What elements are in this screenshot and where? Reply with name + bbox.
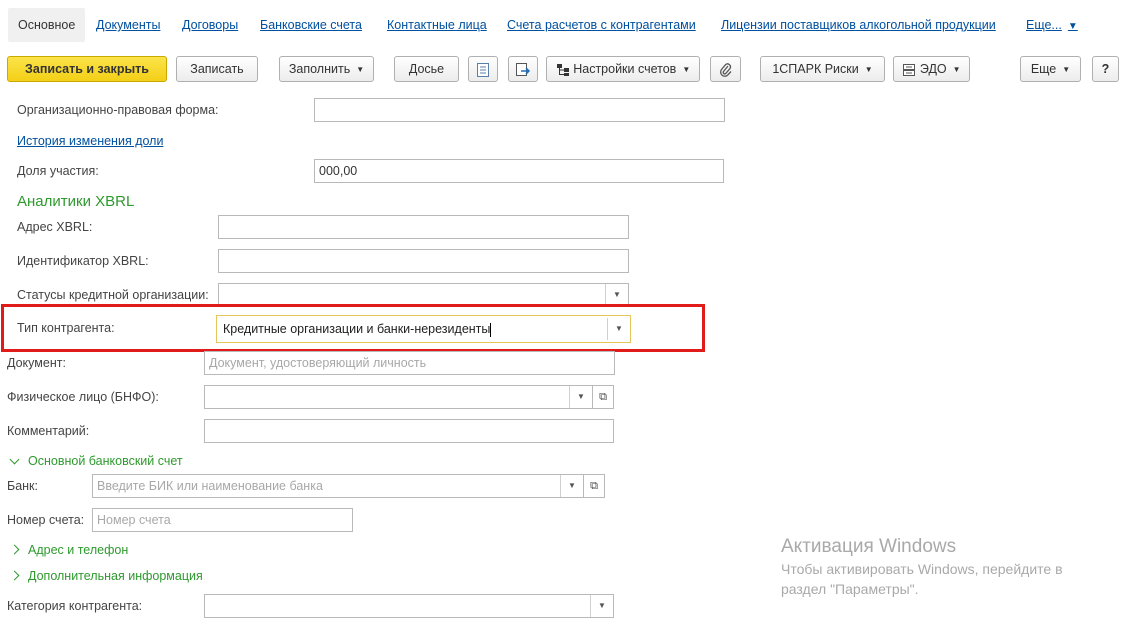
account-number-label: Номер счета:: [7, 513, 85, 527]
document-label: Документ:: [7, 356, 66, 370]
chevron-down-icon: ▼: [682, 64, 691, 74]
open-form-icon: ⧉: [590, 480, 598, 492]
paperclip-icon: [719, 63, 731, 77]
share-history-link[interactable]: История изменения доли: [17, 134, 163, 148]
chevron-down-icon[interactable]: ▼: [607, 318, 630, 340]
save-and-close-button[interactable]: Записать и закрыть: [7, 56, 167, 82]
dossier-button[interactable]: Досье: [394, 56, 459, 82]
chevron-down-icon: ▼: [1067, 21, 1078, 32]
account-settings-label: Настройки счетов: [573, 62, 677, 76]
help-button[interactable]: ?: [1092, 56, 1119, 82]
chevron-down-icon: ▼: [952, 64, 961, 74]
chevron-right-icon: [9, 570, 20, 581]
additional-group-title: Дополнительная информация: [28, 569, 203, 583]
share-field[interactable]: 000,00: [314, 159, 724, 183]
category-label: Категория контрагента:: [7, 599, 143, 613]
chevron-down-icon[interactable]: ▼: [590, 595, 613, 617]
document-field[interactable]: Документ, удостоверяющий личность: [204, 351, 615, 375]
address-group-title: Адрес и телефон: [28, 543, 129, 557]
windows-activation-line1: Чтобы активировать Windows, перейдите в: [781, 561, 1063, 577]
bank-placeholder: Введите БИК или наименование банка: [97, 479, 323, 493]
open-form-icon: ⧉: [599, 391, 607, 403]
xbrl-address-field[interactable]: [218, 215, 629, 239]
more-actions-button[interactable]: Еще ▼: [1020, 56, 1081, 82]
xbrl-section-title: Аналитики XBRL: [17, 193, 135, 210]
open-bank-button[interactable]: ⧉: [583, 474, 605, 498]
edo-button[interactable]: ЭДО ▼: [893, 56, 970, 82]
document-placeholder: Документ, удостоверяющий личность: [209, 356, 427, 370]
fill-button[interactable]: Заполнить ▼: [279, 56, 374, 82]
print-button[interactable]: [508, 56, 538, 82]
category-field[interactable]: ▼: [204, 594, 614, 618]
chevron-down-icon: ▼: [1062, 64, 1071, 74]
chevron-down-icon[interactable]: ▼: [560, 475, 583, 497]
document-list-icon: [477, 62, 489, 77]
tab-main[interactable]: Основное: [8, 8, 86, 42]
chevron-right-icon: [9, 544, 20, 555]
tab-bank-accounts[interactable]: Банковские счета: [260, 8, 362, 42]
org-form-label: Организационно-правовая форма:: [17, 103, 219, 117]
spark-risks-label: 1СПАРК Риски: [772, 62, 859, 76]
org-form-field[interactable]: [314, 98, 725, 122]
windows-activation-line2: раздел "Параметры".: [781, 581, 919, 597]
credit-status-label: Статусы кредитной организации:: [17, 288, 209, 302]
save-button[interactable]: Записать: [176, 56, 258, 82]
tab-documents[interactable]: Документы: [96, 8, 160, 42]
windows-activation-title: Активация Windows: [781, 536, 957, 557]
comment-field[interactable]: [204, 419, 614, 443]
account-number-placeholder: Номер счета: [97, 513, 171, 527]
hierarchy-icon: [556, 63, 569, 76]
open-person-button[interactable]: ⧉: [592, 385, 614, 409]
spark-risks-button[interactable]: 1СПАРК Риски ▼: [760, 56, 885, 82]
account-settings-button[interactable]: Настройки счетов ▼: [546, 56, 700, 82]
address-group-toggle[interactable]: Адрес и телефон: [9, 543, 129, 557]
report-button[interactable]: [468, 56, 498, 82]
chevron-down-icon[interactable]: ▼: [605, 284, 628, 306]
more-actions-label: Еще: [1030, 62, 1057, 76]
account-number-field[interactable]: Номер счета: [92, 508, 353, 532]
comment-label: Комментарий:: [7, 424, 90, 438]
tab-licenses[interactable]: Лицензии поставщиков алкогольной продукц…: [721, 8, 996, 42]
counterparty-type-value: Кредитные организации и банки-нерезидент…: [223, 322, 491, 336]
tab-settlement-accounts[interactable]: Счета расчетов с контрагентами: [507, 8, 696, 42]
bank-account-group-title: Основной банковский счет: [28, 454, 183, 468]
person-field[interactable]: ▼: [204, 385, 593, 409]
tab-contacts[interactable]: Контактные лица: [387, 8, 487, 42]
tab-more-label: Еще...: [1026, 18, 1062, 32]
bank-field[interactable]: Введите БИК или наименование банка ▼: [92, 474, 584, 498]
xbrl-address-label: Адрес XBRL:: [17, 220, 93, 234]
attach-button[interactable]: [710, 56, 741, 82]
chevron-down-icon: [9, 454, 20, 465]
counterparty-type-label: Тип контрагента:: [17, 321, 115, 335]
person-label: Физическое лицо (БНФО):: [7, 390, 159, 404]
bank-account-group-toggle[interactable]: Основной банковский счет: [9, 454, 183, 468]
export-icon: [516, 62, 531, 76]
additional-group-toggle[interactable]: Дополнительная информация: [9, 569, 203, 583]
fill-button-label: Заполнить: [288, 62, 351, 76]
tab-more[interactable]: Еще... ▼: [1026, 8, 1078, 42]
tab-contracts[interactable]: Договоры: [182, 8, 238, 42]
xbrl-id-label: Идентификатор XBRL:: [17, 254, 149, 268]
chevron-down-icon: ▼: [356, 64, 365, 74]
edo-label: ЭДО: [919, 62, 947, 76]
xbrl-id-field[interactable]: [218, 249, 629, 273]
chevron-down-icon[interactable]: ▼: [569, 386, 592, 408]
bank-label: Банк:: [7, 479, 38, 493]
chevron-down-icon: ▼: [864, 64, 873, 74]
counterparty-type-field[interactable]: Кредитные организации и банки-нерезидент…: [216, 315, 631, 343]
edo-icon: [903, 63, 916, 76]
share-label: Доля участия:: [17, 164, 99, 178]
